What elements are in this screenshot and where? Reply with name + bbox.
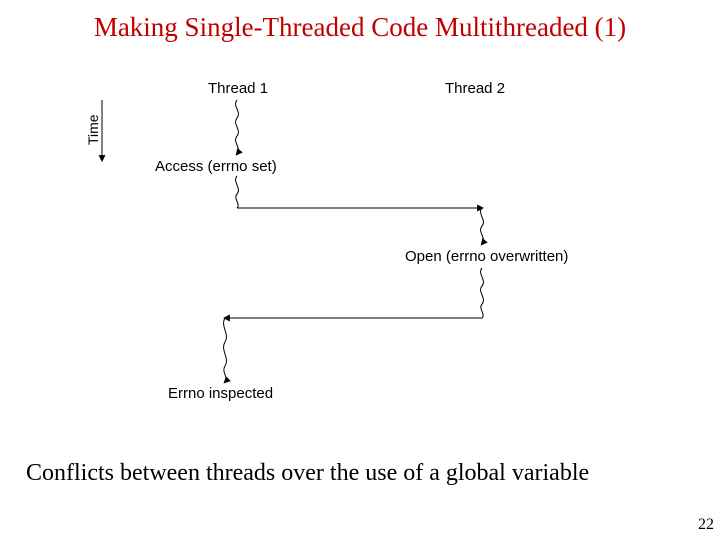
thread-diagram: Thread 1 Thread 2 Time Access (errno set… (90, 80, 630, 420)
slide-title: Making Single-Threaded Code Multithreade… (0, 12, 720, 43)
slide-caption: Conflicts between threads over the use o… (0, 460, 720, 487)
page-number: 22 (698, 516, 714, 534)
diagram-svg (90, 80, 630, 420)
